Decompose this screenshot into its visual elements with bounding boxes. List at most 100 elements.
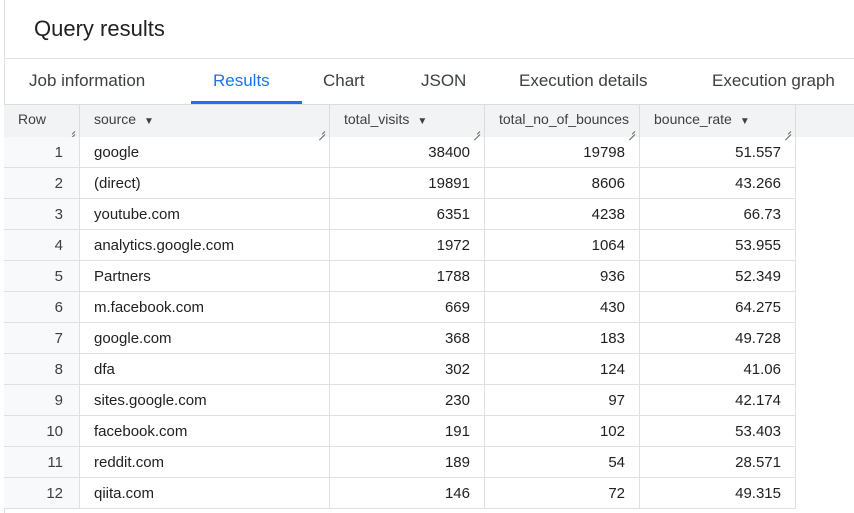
- cell-source[interactable]: Partners: [80, 261, 330, 292]
- column-header-label: total_no_of_bounces: [499, 111, 629, 127]
- cell-total-visits[interactable]: 38400: [330, 137, 485, 168]
- results-header: Query results: [4, 0, 854, 59]
- cell-total-visits[interactable]: 669: [330, 292, 485, 323]
- cell-total-no-of-bounces[interactable]: 124: [485, 354, 640, 385]
- cell-source[interactable]: (direct): [80, 168, 330, 199]
- resize-handle-icon[interactable]: [68, 128, 75, 135]
- table-row[interactable]: 6 m.facebook.com 669 430 64.275: [0, 292, 796, 323]
- cell-total-no-of-bounces[interactable]: 936: [485, 261, 640, 292]
- table-row[interactable]: 3 youtube.com 6351 4238 66.73: [0, 199, 796, 230]
- cell-total-visits[interactable]: 302: [330, 354, 485, 385]
- table-row[interactable]: 11 reddit.com 189 54 28.571: [0, 447, 796, 478]
- column-header-label: total_visits: [344, 111, 410, 127]
- row-number: 5: [4, 261, 80, 292]
- cell-total-no-of-bounces[interactable]: 4238: [485, 199, 640, 230]
- cell-total-no-of-bounces[interactable]: 19798: [485, 137, 640, 168]
- cell-total-no-of-bounces[interactable]: 8606: [485, 168, 640, 199]
- cell-total-visits[interactable]: 230: [330, 385, 485, 416]
- column-header-label: bounce_rate: [654, 111, 732, 127]
- arrow-drop-down-icon[interactable]: ▼: [417, 116, 427, 127]
- cell-total-visits[interactable]: 19891: [330, 168, 485, 199]
- cell-total-no-of-bounces[interactable]: 102: [485, 416, 640, 447]
- table-row[interactable]: 12 qiita.com 146 72 49.315: [0, 478, 796, 509]
- cell-bounce-rate[interactable]: 41.06: [640, 354, 796, 385]
- cell-bounce-rate[interactable]: 52.349: [640, 261, 796, 292]
- row-number: 9: [4, 385, 80, 416]
- resize-handle-icon[interactable]: [784, 128, 791, 135]
- column-header-row[interactable]: Row: [4, 105, 80, 137]
- tab-json[interactable]: JSON: [421, 71, 466, 91]
- cell-bounce-rate[interactable]: 51.557: [640, 137, 796, 168]
- tab-results[interactable]: Results: [213, 71, 270, 91]
- row-number: 3: [4, 199, 80, 230]
- column-header-source[interactable]: source ▼: [80, 105, 330, 137]
- column-header-label: source: [94, 111, 137, 127]
- table-header-row: Row source ▼ total_visits ▼ total_no_of_bo…: [0, 105, 854, 137]
- table-row[interactable]: 9 sites.google.com 230 97 42.174: [0, 385, 796, 416]
- column-header-total-visits[interactable]: total_visits ▼: [330, 105, 485, 137]
- cell-source[interactable]: sites.google.com: [80, 385, 330, 416]
- arrow-drop-down-icon[interactable]: ▼: [144, 116, 154, 127]
- cell-total-no-of-bounces[interactable]: 72: [485, 478, 640, 509]
- table-row[interactable]: 5 Partners 1788 936 52.349: [0, 261, 796, 292]
- table-row[interactable]: 4 analytics.google.com 1972 1064 53.955: [0, 230, 796, 261]
- row-number: 10: [4, 416, 80, 447]
- cell-source[interactable]: analytics.google.com: [80, 230, 330, 261]
- page-title: Query results: [34, 16, 165, 41]
- resize-handle-icon[interactable]: [628, 128, 635, 135]
- cell-bounce-rate[interactable]: 49.315: [640, 478, 796, 509]
- cell-total-no-of-bounces[interactable]: 183: [485, 323, 640, 354]
- tab-job-information[interactable]: Job information: [29, 71, 145, 91]
- cell-total-visits[interactable]: 1972: [330, 230, 485, 261]
- cell-total-no-of-bounces[interactable]: 1064: [485, 230, 640, 261]
- tab-execution-graph[interactable]: Execution graph: [712, 71, 835, 91]
- row-number: 4: [4, 230, 80, 261]
- cell-bounce-rate[interactable]: 43.266: [640, 168, 796, 199]
- active-tab-indicator: [191, 101, 302, 104]
- cell-total-visits[interactable]: 368: [330, 323, 485, 354]
- cell-bounce-rate[interactable]: 66.73: [640, 199, 796, 230]
- cell-total-visits[interactable]: 6351: [330, 199, 485, 230]
- table-row[interactable]: 10 facebook.com 191 102 53.403: [0, 416, 796, 447]
- cell-source[interactable]: dfa: [80, 354, 330, 385]
- cell-source[interactable]: m.facebook.com: [80, 292, 330, 323]
- tab-execution-details[interactable]: Execution details: [519, 71, 648, 91]
- table-row[interactable]: 8 dfa 302 124 41.06: [0, 354, 796, 385]
- cell-source[interactable]: reddit.com: [80, 447, 330, 478]
- row-number: 6: [4, 292, 80, 323]
- column-header-label: Row: [18, 111, 47, 127]
- cell-bounce-rate[interactable]: 53.955: [640, 230, 796, 261]
- table-row[interactable]: 1 google 38400 19798 51.557: [0, 137, 796, 168]
- cell-source[interactable]: google: [80, 137, 330, 168]
- cell-bounce-rate[interactable]: 42.174: [640, 385, 796, 416]
- tab-chart[interactable]: Chart: [323, 71, 365, 91]
- cell-total-no-of-bounces[interactable]: 54: [485, 447, 640, 478]
- cell-total-visits[interactable]: 191: [330, 416, 485, 447]
- results-tab-bar: Job information Results Chart JSON Execu…: [4, 59, 854, 105]
- cell-total-visits[interactable]: 1788: [330, 261, 485, 292]
- row-number: 2: [4, 168, 80, 199]
- cell-total-visits[interactable]: 189: [330, 447, 485, 478]
- cell-bounce-rate[interactable]: 28.571: [640, 447, 796, 478]
- cell-bounce-rate[interactable]: 53.403: [640, 416, 796, 447]
- cell-total-visits[interactable]: 146: [330, 478, 485, 509]
- row-number: 8: [4, 354, 80, 385]
- row-number: 1: [4, 137, 80, 168]
- cell-source[interactable]: youtube.com: [80, 199, 330, 230]
- cell-source[interactable]: google.com: [80, 323, 330, 354]
- resize-handle-icon[interactable]: [473, 128, 480, 135]
- column-header-total-no-of-bounces[interactable]: total_no_of_bounces: [485, 105, 640, 137]
- table-row[interactable]: 7 google.com 368 183 49.728: [0, 323, 796, 354]
- cell-total-no-of-bounces[interactable]: 97: [485, 385, 640, 416]
- cell-source[interactable]: qiita.com: [80, 478, 330, 509]
- cell-bounce-rate[interactable]: 64.275: [640, 292, 796, 323]
- table-row[interactable]: 2 (direct) 19891 8606 43.266: [0, 168, 796, 199]
- column-header-filler: [796, 105, 854, 137]
- cell-bounce-rate[interactable]: 49.728: [640, 323, 796, 354]
- column-header-bounce-rate[interactable]: bounce_rate ▼: [640, 105, 796, 137]
- row-number: 7: [4, 323, 80, 354]
- cell-source[interactable]: facebook.com: [80, 416, 330, 447]
- resize-handle-icon[interactable]: [318, 128, 325, 135]
- arrow-drop-down-icon[interactable]: ▼: [740, 116, 750, 127]
- cell-total-no-of-bounces[interactable]: 430: [485, 292, 640, 323]
